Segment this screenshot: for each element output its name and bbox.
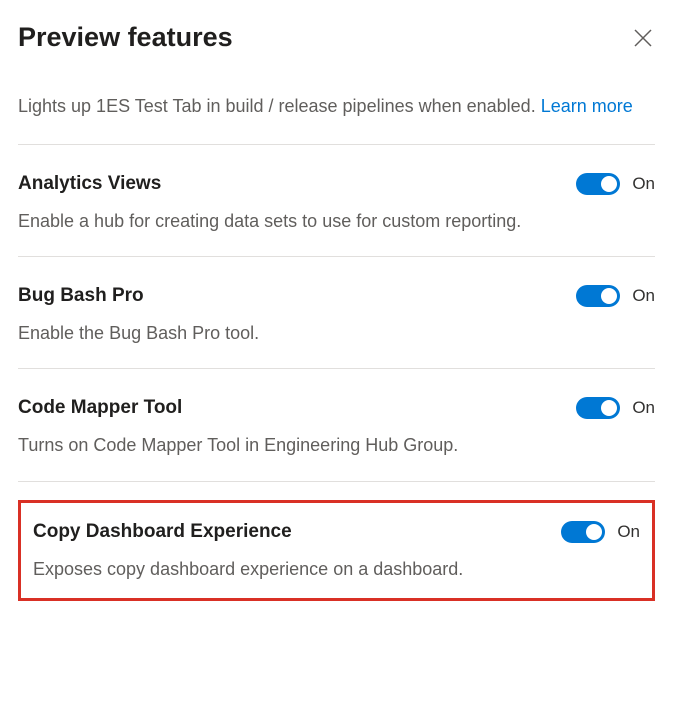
toggle-label: On xyxy=(632,398,655,418)
learn-more-link[interactable]: Learn more xyxy=(541,96,633,116)
feature-code-mapper-tool: Code Mapper Tool On Turns on Code Mapper… xyxy=(18,369,655,480)
feature-desc: Enable a hub for creating data sets to u… xyxy=(18,209,655,234)
feature-title: Bug Bash Pro xyxy=(18,285,144,307)
feature-title: Copy Dashboard Experience xyxy=(33,521,292,543)
feature-title: Code Mapper Tool xyxy=(18,397,182,419)
page-title: Preview features xyxy=(18,22,233,53)
toggle-label: On xyxy=(617,522,640,542)
toggle-label: On xyxy=(632,174,655,194)
toggle-analytics-views[interactable] xyxy=(576,173,620,195)
intro-text: Lights up 1ES Test Tab in build / releas… xyxy=(18,93,655,120)
feature-bug-bash-pro: Bug Bash Pro On Enable the Bug Bash Pro … xyxy=(18,257,655,368)
close-icon xyxy=(634,29,652,47)
toggle-bug-bash-pro[interactable] xyxy=(576,285,620,307)
intro-body: Lights up 1ES Test Tab in build / releas… xyxy=(18,96,541,116)
feature-analytics-views: Analytics Views On Enable a hub for crea… xyxy=(18,145,655,256)
feature-desc: Exposes copy dashboard experience on a d… xyxy=(33,557,640,582)
highlighted-feature-box: Copy Dashboard Experience On Exposes cop… xyxy=(18,500,655,601)
feature-desc: Enable the Bug Bash Pro tool. xyxy=(18,321,655,346)
toggle-code-mapper-tool[interactable] xyxy=(576,397,620,419)
feature-copy-dashboard-experience: Copy Dashboard Experience On Exposes cop… xyxy=(33,521,640,582)
feature-desc: Turns on Code Mapper Tool in Engineering… xyxy=(18,433,655,458)
toggle-label: On xyxy=(632,286,655,306)
feature-title: Analytics Views xyxy=(18,173,161,195)
close-button[interactable] xyxy=(631,26,655,50)
divider xyxy=(18,481,655,482)
toggle-copy-dashboard-experience[interactable] xyxy=(561,521,605,543)
